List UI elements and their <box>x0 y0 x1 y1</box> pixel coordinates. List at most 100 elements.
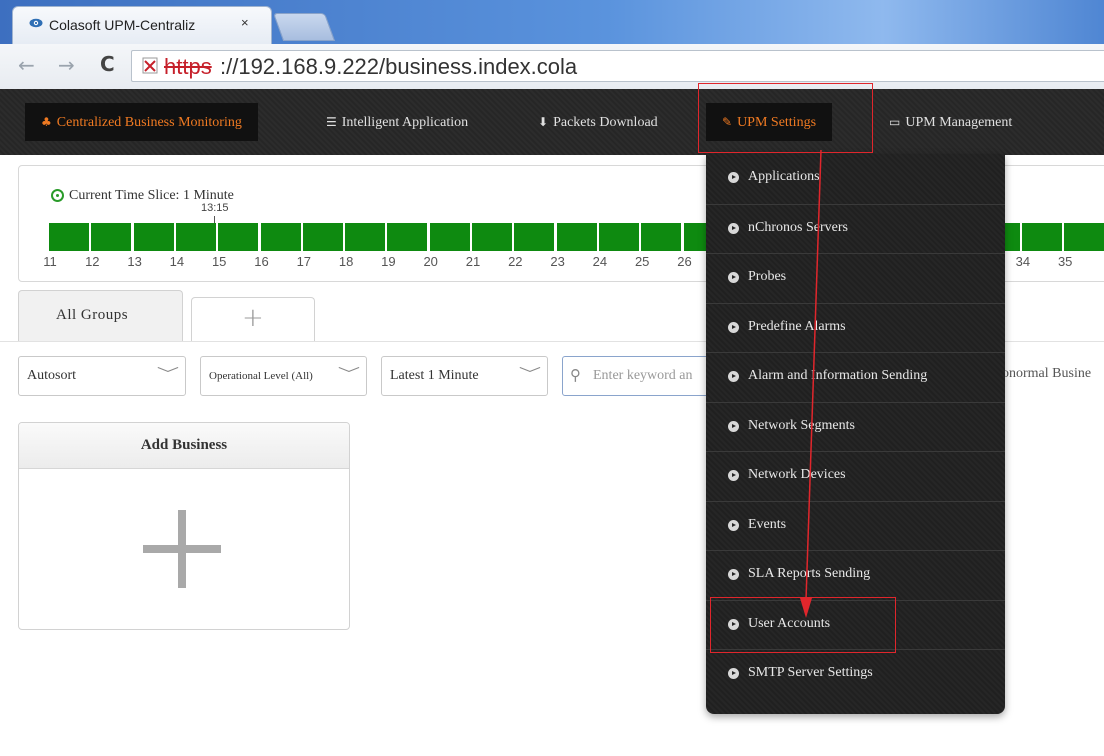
nav-intelligent-application[interactable]: ☰ Intelligent Application <box>326 103 468 141</box>
time-tick-label: 21 <box>465 254 481 269</box>
time-slice-bar[interactable] <box>598 223 639 251</box>
menu-item-nchronos-servers[interactable]: nChronos Servers <box>706 203 1005 252</box>
time-tick-label: 23 <box>550 254 565 269</box>
chevron-circle-icon <box>728 668 739 679</box>
time-tick-label: 14 <box>169 254 185 269</box>
url-text: ://192.168.9.222/business.index.cola <box>220 54 578 79</box>
time-slice-bar[interactable] <box>387 223 428 251</box>
list-icon: ☰ <box>326 115 337 129</box>
menu-item-applications[interactable]: Applications <box>706 154 1005 202</box>
sort-value: Autosort <box>27 368 76 383</box>
insecure-lock-icon <box>142 57 158 74</box>
sort-select[interactable]: Autosort ﹀ <box>18 356 186 396</box>
add-group-tab[interactable]: + <box>191 297 315 342</box>
browser-toolbar: ← → C https ://192.168.9.222/business.in… <box>0 44 1104 90</box>
menu-item-predefine-alarms[interactable]: Predefine Alarms <box>706 302 1005 351</box>
menu-item-label: Network Devices <box>748 467 846 482</box>
chevron-circle-icon <box>728 569 739 580</box>
time-tick-label: 15 <box>211 254 227 269</box>
time-tick-label: 24 <box>592 254 608 269</box>
menu-item-label: SMTP Server Settings <box>748 665 873 680</box>
nav-packets-download[interactable]: ⬇ Packets Download <box>538 103 658 141</box>
tab-title: Colasoft UPM-Centraliz <box>49 17 196 33</box>
time-slice-bar[interactable] <box>641 223 682 251</box>
menu-item-events[interactable]: Events <box>706 500 1005 549</box>
time-slice-bar[interactable] <box>429 223 470 251</box>
nav-label: Packets Download <box>553 115 658 130</box>
plus-icon: + <box>242 303 264 333</box>
time-slice-bar[interactable] <box>133 223 174 251</box>
time-slice-bar[interactable] <box>91 223 132 251</box>
time-slice-bar[interactable] <box>472 223 512 251</box>
new-tab-button[interactable] <box>272 13 336 41</box>
menu-item-network-segments[interactable]: Network Segments <box>706 401 1005 450</box>
browser-chrome: Colasoft UPM-Centraliz × ← → C https ://… <box>0 0 1104 90</box>
time-slice-bar[interactable] <box>514 223 555 251</box>
time-tick-label: 35 <box>1057 254 1073 269</box>
menu-item-sla-reports-sending[interactable]: SLA Reports Sending <box>706 550 1005 598</box>
add-plus-icon-horizontal <box>143 545 221 553</box>
time-slice-bar[interactable] <box>1021 223 1062 251</box>
menu-item-user-accounts[interactable]: User Accounts <box>706 599 1005 648</box>
laptop-icon: ▭ <box>889 115 901 129</box>
card-header: Add Business <box>19 423 349 469</box>
menu-item-smtp-server-settings[interactable]: SMTP Server Settings <box>706 649 1005 697</box>
chevron-circle-icon <box>728 272 739 283</box>
sitemap-icon: ♣ <box>41 115 52 129</box>
search-placeholder: Enter keyword an <box>593 368 693 383</box>
time-tick-label: 34 <box>1015 254 1031 269</box>
forward-icon[interactable]: → <box>58 53 75 77</box>
abnormal-business-filter[interactable]: onormal Busine <box>1002 366 1091 382</box>
time-slice-bar[interactable] <box>302 223 343 251</box>
card-title: Add Business <box>140 437 228 453</box>
menu-item-label: Alarm and Information Sending <box>748 368 928 383</box>
search-input[interactable]: ⚲ Enter keyword an <box>562 356 712 396</box>
chevron-circle-icon <box>728 470 739 481</box>
menu-item-label: Applications <box>748 169 820 184</box>
time-slice-bar[interactable] <box>1064 223 1104 251</box>
time-slice-bar[interactable] <box>345 223 386 251</box>
wrench-icon: ✎ <box>722 115 733 129</box>
time-slice-bar[interactable] <box>218 223 259 251</box>
level-select[interactable]: Operational Level (All) ﹀ <box>200 356 367 396</box>
nav-label: UPM Settings <box>737 115 817 130</box>
nav-label: Intelligent Application <box>341 115 469 130</box>
time-tick-label: 26 <box>677 254 692 269</box>
menu-item-probes[interactable]: Probes <box>706 253 1005 301</box>
back-icon[interactable]: ← <box>18 53 35 77</box>
chevron-circle-icon <box>728 420 739 432</box>
tab-label: All Groups <box>56 307 129 323</box>
nav-label: UPM Management <box>905 115 1013 130</box>
nav-upm-settings[interactable]: ✎ UPM Settings <box>706 103 833 141</box>
menu-item-alarm-and-information-sending[interactable]: Alarm and Information Sending <box>706 352 1005 400</box>
close-icon[interactable]: × <box>241 15 249 30</box>
address-bar[interactable]: https ://192.168.9.222/business.index.co… <box>131 50 1104 82</box>
time-tick-label: 22 <box>508 254 523 269</box>
time-tick-label: 20 <box>423 254 438 269</box>
clock-icon <box>51 189 64 202</box>
time-slice-bar[interactable] <box>175 223 216 251</box>
browser-tab[interactable]: Colasoft UPM-Centraliz × <box>12 6 272 44</box>
upm-settings-menu: Applications nChronos Servers Probes Predef… <box>706 154 1005 714</box>
menu-item-label: nChronos Servers <box>748 219 848 235</box>
time-tick-label: 12 <box>85 254 100 269</box>
time-slice-bar[interactable] <box>49 223 89 251</box>
nav-centralized-business-monitoring[interactable]: ♣ Centralized Business Monitoring <box>25 103 258 141</box>
url-scheme: https <box>164 54 212 79</box>
app-nav-bar: ♣ Centralized Business Monitoring ☰ Intell… <box>0 89 1104 155</box>
chevron-circle-icon <box>728 321 739 333</box>
chevron-down-icon: ﹀ <box>518 367 542 383</box>
menu-item-label: Network Segments <box>748 417 855 433</box>
time-tick-label: 16 <box>254 254 269 269</box>
time-range-select[interactable]: Latest 1 Minute ﹀ <box>381 356 548 396</box>
time-slice-bar[interactable] <box>260 223 301 251</box>
time-slice-bar[interactable] <box>556 223 597 251</box>
chevron-circle-icon <box>728 371 739 382</box>
time-tick-label: 25 <box>634 254 650 269</box>
menu-item-network-devices[interactable]: Network Devices <box>706 451 1005 499</box>
tab-all-groups[interactable]: All Groups <box>18 290 183 342</box>
time-tick-label: 19 <box>381 254 396 269</box>
menu-item-label: Events <box>748 516 787 532</box>
nav-upm-management[interactable]: ▭ UPM Management <box>889 103 1012 141</box>
reload-icon[interactable]: C <box>100 52 115 76</box>
